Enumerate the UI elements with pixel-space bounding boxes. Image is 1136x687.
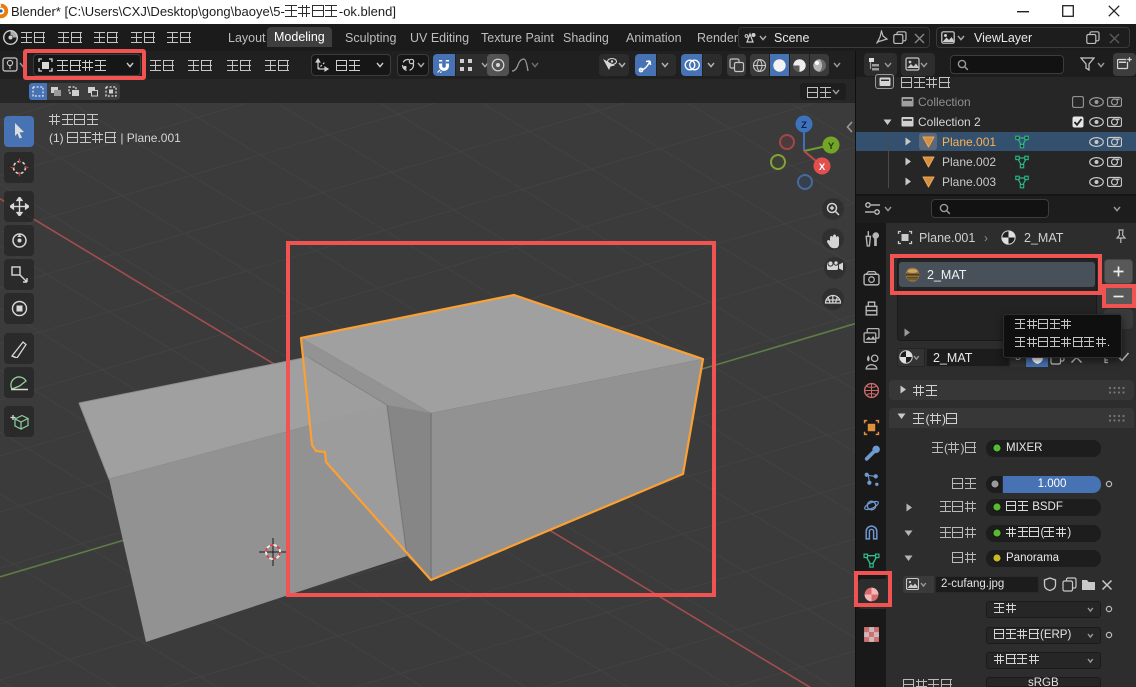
svg-text:Z: Z [801, 120, 807, 131]
svg-text:Y: Y [828, 141, 835, 152]
svg-text:X: X [819, 162, 826, 173]
